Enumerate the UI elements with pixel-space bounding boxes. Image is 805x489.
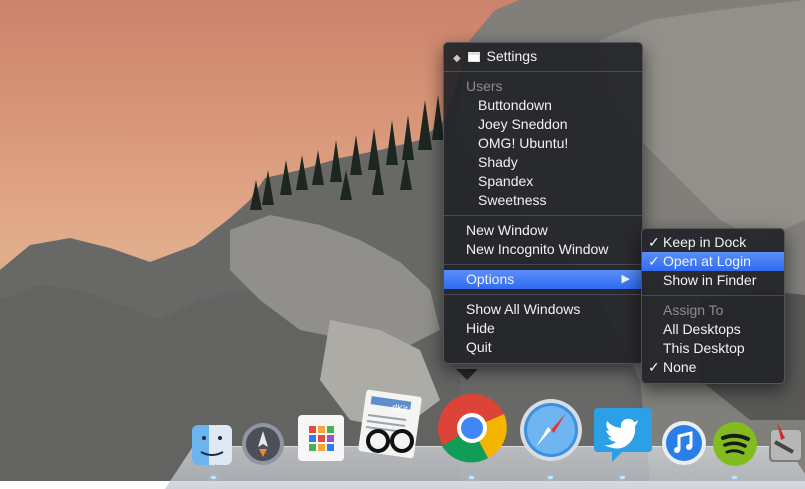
menu-item-label: Settings bbox=[486, 48, 538, 64]
menu-item-new-window[interactable]: New Window bbox=[444, 221, 642, 240]
running-indicator bbox=[732, 476, 737, 479]
diamond-icon: ◆ bbox=[453, 53, 461, 64]
finder-icon[interactable] bbox=[191, 424, 233, 466]
readkit-icon[interactable]: dKit bbox=[356, 389, 428, 465]
itunes-icon[interactable] bbox=[661, 420, 707, 466]
checkmark-icon: ✓ bbox=[648, 234, 660, 250]
safari-icon[interactable] bbox=[518, 397, 584, 463]
checkmark-icon: ✓ bbox=[648, 359, 660, 375]
running-indicator bbox=[469, 476, 474, 479]
menu-item-user[interactable]: OMG! Ubuntu! bbox=[444, 134, 642, 153]
running-indicator bbox=[211, 476, 216, 479]
menu-item-user[interactable]: Sweetness bbox=[444, 191, 642, 210]
menu-item-user[interactable]: Buttondown bbox=[444, 96, 642, 115]
menu-item-this-desktop[interactable]: This Desktop bbox=[642, 339, 784, 358]
options-submenu: ✓ Keep in Dock ✓ Open at Login Show in F… bbox=[641, 228, 785, 384]
menu-separator bbox=[444, 264, 642, 265]
script-app-icon[interactable] bbox=[763, 418, 805, 466]
users-section-header: Users bbox=[466, 78, 503, 94]
running-indicator bbox=[548, 476, 553, 479]
menu-item-label: None bbox=[663, 359, 697, 375]
menu-pointer bbox=[456, 369, 478, 380]
menu-item-show-in-finder[interactable]: Show in Finder bbox=[642, 271, 784, 290]
assign-to-header: Assign To bbox=[663, 302, 724, 318]
running-indicator bbox=[620, 476, 625, 479]
launchpad-icon[interactable] bbox=[240, 421, 286, 467]
menu-separator bbox=[444, 215, 642, 216]
menu-item-options[interactable]: Options ▶ bbox=[444, 270, 642, 289]
menu-item-none[interactable]: ✓ None bbox=[642, 358, 784, 377]
menu-item-keep-in-dock[interactable]: ✓ Keep in Dock bbox=[642, 233, 784, 252]
menu-separator bbox=[444, 294, 642, 295]
menu-item-new-incognito-window[interactable]: New Incognito Window bbox=[444, 240, 642, 259]
menu-item-hide[interactable]: Hide bbox=[444, 319, 642, 338]
app-grid-icon[interactable] bbox=[297, 414, 345, 462]
menu-item-open-at-login[interactable]: ✓ Open at Login bbox=[642, 252, 784, 271]
menu-item-label: Open at Login bbox=[663, 253, 751, 269]
twitter-icon[interactable] bbox=[592, 404, 654, 466]
checkmark-icon: ✓ bbox=[648, 253, 660, 269]
menu-item-label: Options bbox=[466, 271, 515, 287]
menu-item-label: Keep in Dock bbox=[663, 234, 747, 250]
menu-item-show-all-windows[interactable]: Show All Windows bbox=[444, 300, 642, 319]
chrome-icon[interactable] bbox=[436, 392, 508, 464]
menu-item-settings[interactable]: ◆ Settings bbox=[444, 47, 642, 66]
window-icon bbox=[467, 52, 480, 62]
menu-item-all-desktops[interactable]: All Desktops bbox=[642, 320, 784, 339]
menu-item-user[interactable]: Spandex bbox=[444, 172, 642, 191]
menu-item-quit[interactable]: Quit bbox=[444, 338, 642, 357]
submenu-arrow-icon: ▶ bbox=[621, 273, 630, 285]
menu-separator bbox=[444, 71, 642, 72]
menu-separator bbox=[642, 295, 784, 296]
readkit-label: dKit bbox=[391, 401, 409, 415]
dock-context-menu: ◆ Settings Users Buttondown Joey Sneddon… bbox=[443, 42, 643, 364]
menu-item-user[interactable]: Joey Sneddon bbox=[444, 115, 642, 134]
menu-item-user[interactable]: Shady bbox=[444, 153, 642, 172]
spotify-icon[interactable] bbox=[712, 421, 758, 467]
